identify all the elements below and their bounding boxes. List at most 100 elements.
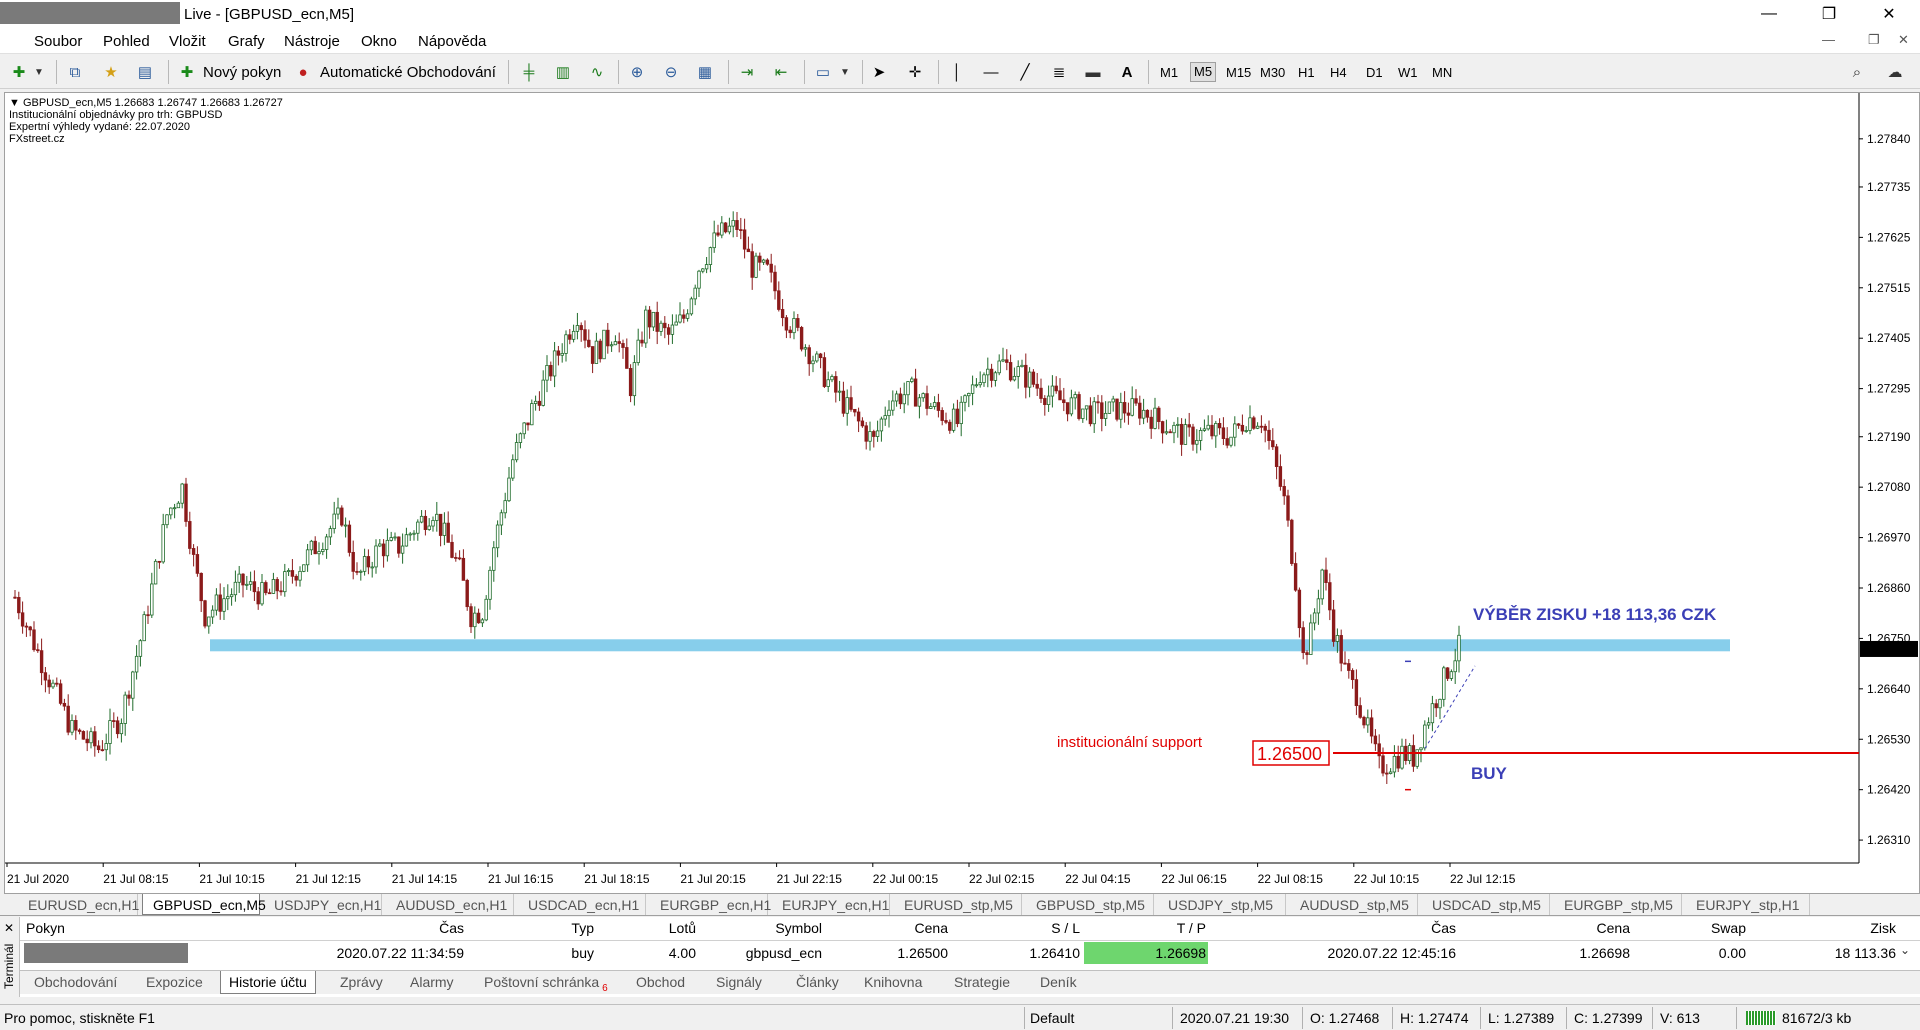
terminal-tab[interactable]: Poštovní schránka 6 <box>476 971 616 994</box>
menu-file[interactable]: Soubor <box>34 33 82 50</box>
col-symbol[interactable]: Symbol <box>700 917 822 939</box>
chart-tab[interactable]: EURUSD_stp,M5 <box>894 894 1022 915</box>
col-close-time[interactable]: Čas <box>1300 917 1456 939</box>
auto-scroll-icon[interactable]: ⇥ <box>736 61 758 83</box>
chart-tab[interactable]: USDJPY_stp,M5 <box>1158 894 1286 915</box>
chart-tab[interactable]: EURJPY_ecn,H1 <box>772 894 890 915</box>
chart-shift-icon[interactable]: ⇤ <box>770 61 792 83</box>
profiles-icon[interactable]: ⧉ <box>64 61 86 83</box>
col-swap[interactable]: Swap <box>1640 917 1746 939</box>
col-order[interactable]: Pokyn <box>26 917 65 939</box>
trendline-icon[interactable]: ╱ <box>1014 61 1036 83</box>
cell-sl[interactable]: 1.26410 <box>952 942 1080 964</box>
menu-view[interactable]: Pohled <box>103 33 150 50</box>
cell-price[interactable]: 1.26500 <box>826 942 948 964</box>
minimize-button[interactable]: — <box>1746 0 1792 28</box>
chart-tab[interactable]: USDCAD_stp,M5 <box>1422 894 1550 915</box>
menu-window[interactable]: Okno <box>361 33 397 50</box>
zoom-out-icon[interactable]: ⊖ <box>660 61 682 83</box>
cell-lots[interactable]: 4.00 <box>600 942 696 964</box>
crosshair-icon[interactable]: ✛ <box>904 61 926 83</box>
col-price[interactable]: Cena <box>826 917 948 939</box>
zoom-in-icon[interactable]: ⊕ <box>626 61 648 83</box>
new-order-icon[interactable]: ✚ <box>176 61 198 83</box>
cell-tp[interactable]: 1.26698 <box>1084 942 1208 964</box>
menu-tools[interactable]: Nástroje <box>284 33 340 50</box>
col-tp[interactable]: T / P <box>1084 917 1206 939</box>
chart-tab[interactable]: AUDUSD_ecn,H1 <box>386 894 514 915</box>
terminal-tab[interactable]: Signály <box>708 971 770 994</box>
mdi-minimize-button[interactable]: — <box>1822 32 1835 47</box>
search-icon[interactable]: ⌕ <box>1846 61 1868 83</box>
timeframe-m5[interactable]: M5 <box>1190 62 1217 82</box>
col-lots[interactable]: Lotů <box>600 917 696 939</box>
timeframe-m1[interactable]: M1 <box>1160 65 1178 80</box>
timeframe-d1[interactable]: D1 <box>1366 65 1383 80</box>
chart-tab[interactable]: USDCAD_ecn,H1 <box>518 894 646 915</box>
col-time[interactable]: Čas <box>330 917 464 939</box>
terminal-tab[interactable]: Obchodování <box>26 971 125 994</box>
mdi-close-button[interactable]: ✕ <box>1898 32 1909 48</box>
timeframe-h4[interactable]: H4 <box>1330 65 1347 80</box>
restore-button[interactable]: ❐ <box>1806 0 1852 28</box>
horizontal-line-icon[interactable]: — <box>980 61 1002 83</box>
navigator-icon[interactable]: ▤ <box>134 61 156 83</box>
terminal-tab[interactable]: Deník <box>1032 971 1085 994</box>
fibonacci-icon[interactable]: ≣ <box>1048 61 1070 83</box>
terminal-tab[interactable]: Alarmy <box>402 971 462 994</box>
chart-tab[interactable]: GBPUSD_stp,M5 <box>1026 894 1154 915</box>
cursor-icon[interactable]: ➤ <box>868 61 890 83</box>
cell-close-time[interactable]: 2020.07.22 12:45:16 <box>1300 942 1456 964</box>
new-order-button[interactable]: Nový pokyn <box>203 64 281 81</box>
terminal-tab[interactable]: Strategie <box>946 971 1018 994</box>
cell-close-price[interactable]: 1.26698 <box>1500 942 1630 964</box>
close-button[interactable]: ✕ <box>1866 0 1912 28</box>
cell-profit[interactable]: 18 113.36 <box>1760 942 1896 964</box>
chart-tab[interactable]: AUDUSD_stp,M5 <box>1290 894 1418 915</box>
vertical-line-icon[interactable]: │ <box>946 61 968 83</box>
menu-insert[interactable]: Vložit <box>169 33 206 50</box>
chart-canvas[interactable]: 1.27840 1.27735 1.27625 1.27515 1.27405 1.272… <box>5 93 1919 893</box>
chart-tab[interactable]: EURGBP_ecn,H1 <box>650 894 771 915</box>
timeframe-m15[interactable]: M15 <box>1226 65 1251 80</box>
scroll-down-icon[interactable]: ⌄ <box>1900 943 1910 957</box>
status-profile[interactable]: Default <box>1030 1010 1074 1026</box>
chart-tab[interactable]: USDJPY_ecn,H1 <box>264 894 382 915</box>
text-tool-icon[interactable]: A <box>1116 61 1138 83</box>
terminal-tab[interactable]: Knihovna <box>856 971 930 994</box>
menu-help[interactable]: Nápověda <box>418 33 486 50</box>
chevron-down-icon[interactable]: ▼ <box>834 61 856 83</box>
cell-symbol[interactable]: gbpusd_ecn <box>700 942 822 964</box>
chart-tab[interactable]: EURJPY_stp,H1 <box>1686 894 1810 915</box>
cell-time[interactable]: 2020.07.22 11:34:59 <box>330 942 464 964</box>
timeframe-w1[interactable]: W1 <box>1398 65 1418 80</box>
cell-swap[interactable]: 0.00 <box>1640 942 1746 964</box>
terminal-tab[interactable]: Historie účtu <box>220 971 316 994</box>
cell-type[interactable]: buy <box>470 942 594 964</box>
indicators-icon[interactable]: ▭ <box>812 61 834 83</box>
terminal-tab[interactable]: Expozice <box>138 971 211 994</box>
mdi-restore-button[interactable]: ❐ <box>1868 32 1880 48</box>
col-close-price[interactable]: Cena <box>1500 917 1630 939</box>
close-icon[interactable]: ✕ <box>4 921 14 935</box>
auto-trading-icon[interactable]: ● <box>292 61 314 83</box>
tile-windows-icon[interactable]: ▦ <box>694 61 716 83</box>
bar-chart-icon[interactable]: ╪ <box>518 61 540 83</box>
chart-tab[interactable]: GBPUSD_ecn,M5 <box>142 894 266 915</box>
auto-trading-button[interactable]: Automatické Obchodování <box>320 64 496 81</box>
chat-icon[interactable]: ☁ <box>1884 61 1906 83</box>
chart-tab[interactable]: EURGBP_stp,M5 <box>1554 894 1682 915</box>
chevron-down-icon[interactable]: ▼ <box>28 61 50 83</box>
terminal-tab[interactable]: Články <box>788 971 847 994</box>
terminal-tab[interactable]: Zprávy <box>332 971 391 994</box>
candlestick-icon[interactable]: ▥ <box>552 61 574 83</box>
chart-tab[interactable]: EURUSD_ecn,H1 <box>18 894 139 915</box>
chart-window[interactable]: 1.27840 1.27735 1.27625 1.27515 1.27405 1.272… <box>4 92 1920 894</box>
col-sl[interactable]: S / L <box>952 917 1080 939</box>
new-chart-icon[interactable]: ✚ <box>8 61 30 83</box>
rectangle-icon[interactable]: ▬ <box>1082 61 1104 83</box>
timeframe-h1[interactable]: H1 <box>1298 65 1315 80</box>
line-chart-icon[interactable]: ∿ <box>586 61 608 83</box>
timeframe-m30[interactable]: M30 <box>1260 65 1285 80</box>
timeframe-mn[interactable]: MN <box>1432 65 1452 80</box>
